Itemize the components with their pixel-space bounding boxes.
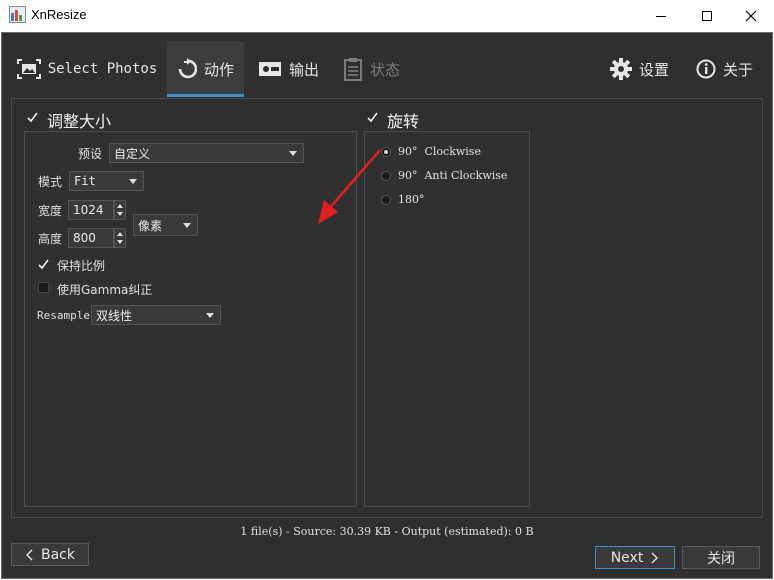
- photo-icon: [16, 59, 41, 79]
- unit-select[interactable]: 像素: [133, 214, 198, 236]
- height-label: 高度: [38, 232, 63, 246]
- keep-ratio-checkbox[interactable]: [38, 259, 49, 270]
- resample-select[interactable]: 双线性: [91, 305, 221, 325]
- tab-select-photos[interactable]: Select Photos: [14, 41, 160, 97]
- action-icon: [177, 58, 197, 80]
- preset-select[interactable]: 自定义: [109, 143, 304, 163]
- chevron-down-icon: [183, 223, 191, 228]
- width-input[interactable]: 1024: [68, 200, 114, 220]
- unit-value: 像素: [138, 218, 163, 233]
- chevron-right-icon: [651, 552, 659, 563]
- checkmark-icon: [38, 259, 49, 270]
- resize-section-title: 调整大小: [47, 112, 112, 131]
- preset-value: 自定义: [114, 146, 151, 161]
- chevron-left-icon: [26, 549, 33, 560]
- height-input[interactable]: 800: [68, 228, 114, 248]
- clipboard-icon: [343, 57, 363, 81]
- resize-checkbox[interactable]: [27, 112, 38, 123]
- checkmark-icon: [27, 112, 38, 123]
- mode-value: Fit: [74, 174, 96, 188]
- settings-button[interactable]: 设置: [610, 41, 674, 97]
- keep-ratio-label: 保持比例: [57, 259, 106, 273]
- minimize-icon: [656, 16, 666, 17]
- close-icon: [745, 10, 757, 22]
- maximize-button[interactable]: [684, 0, 730, 32]
- width-value: 1024: [73, 203, 104, 217]
- tab-label: 状态: [370, 60, 401, 79]
- mode-label: 模式: [38, 175, 63, 189]
- info-icon: [696, 59, 716, 79]
- about-label: 关于: [723, 60, 754, 79]
- title-bar: XnResize: [0, 0, 774, 32]
- rotate-option-label: 180°: [398, 193, 425, 206]
- width-label: 宽度: [38, 204, 63, 218]
- rotate-section-title: 旋转: [387, 112, 420, 131]
- back-label: Back: [41, 546, 75, 563]
- rotate-checkbox[interactable]: [367, 112, 378, 123]
- stepper-arrows-icon: [117, 232, 123, 244]
- chevron-down-icon: [206, 313, 214, 318]
- resample-value: 双线性: [96, 308, 133, 323]
- height-value: 800: [73, 231, 96, 245]
- annotation-arrow-icon: [318, 149, 381, 224]
- next-button[interactable]: Next: [595, 546, 675, 569]
- about-button[interactable]: 关于: [696, 41, 760, 97]
- next-label: Next: [610, 549, 644, 566]
- close-label: 关闭: [707, 550, 735, 567]
- settings-label: 设置: [639, 60, 670, 79]
- chevron-down-icon: [129, 179, 137, 184]
- rotate-option-label: 90° Anti Clockwise: [398, 169, 508, 182]
- tab-label: 动作: [203, 60, 234, 79]
- gamma-label: 使用Gamma纠正: [57, 283, 153, 297]
- tab-label: Select Photos: [47, 61, 158, 77]
- stepper-arrows-icon: [117, 204, 123, 216]
- tab-actions[interactable]: 动作: [167, 41, 244, 97]
- height-stepper[interactable]: [114, 228, 126, 248]
- output-icon: [258, 60, 282, 78]
- close-window-button[interactable]: [728, 0, 774, 32]
- status-line: 1 file(s) - Source: 30.39 KB - Output (e…: [240, 525, 534, 538]
- maximize-icon: [702, 11, 712, 21]
- window-title: XnResize: [31, 7, 87, 22]
- active-tab-indicator: [167, 94, 244, 97]
- mode-select[interactable]: Fit: [69, 171, 144, 191]
- app-icon: [9, 6, 26, 23]
- checkmark-icon: [367, 112, 378, 123]
- preset-label: 预设: [78, 147, 103, 161]
- resample-label: Resample: [37, 309, 90, 322]
- tab-label: 输出: [289, 60, 320, 79]
- minimize-button[interactable]: [638, 0, 684, 32]
- width-stepper[interactable]: [114, 200, 126, 220]
- gamma-checkbox[interactable]: [38, 282, 49, 293]
- tab-status[interactable]: 状态: [343, 41, 413, 97]
- tab-output[interactable]: 输出: [258, 41, 328, 97]
- chevron-down-icon: [289, 151, 297, 156]
- rotate-option-label: 90° Clockwise: [398, 145, 481, 158]
- close-button[interactable]: 关闭: [682, 546, 760, 569]
- back-button[interactable]: Back: [11, 543, 89, 566]
- gear-icon: [610, 58, 632, 80]
